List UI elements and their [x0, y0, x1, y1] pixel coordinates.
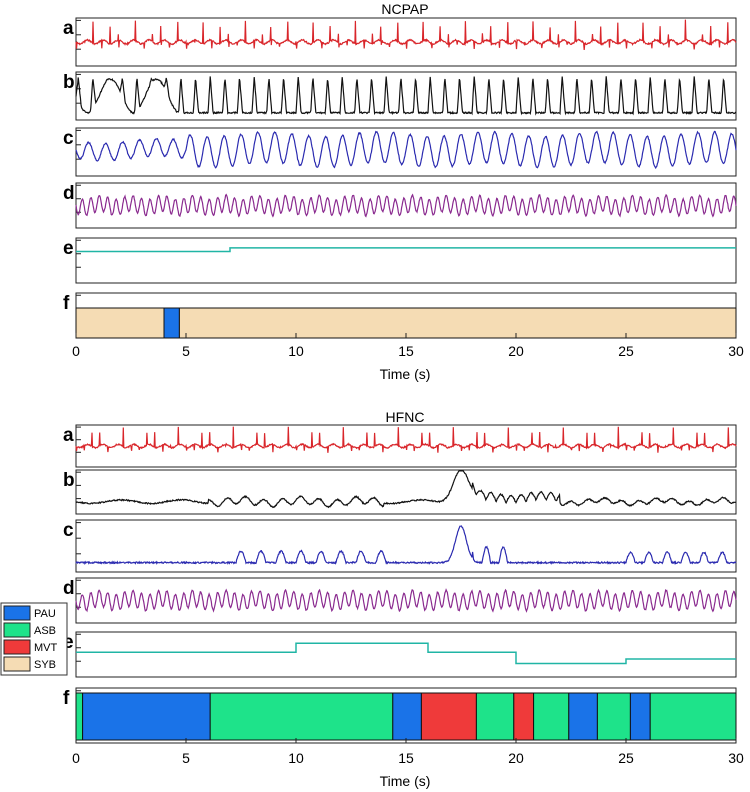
panel-label-b: b	[63, 470, 75, 491]
panel-frame	[75, 631, 737, 678]
x-tick-label: 15	[398, 343, 414, 359]
series-line-d	[75, 588, 737, 613]
figure: NCPAP a b c d e f 0 5 10 15 20 25 30 Time (s) HFNC a…	[0, 1, 744, 789]
state-segment-asb	[596, 692, 631, 741]
state-segment-asb	[75, 692, 84, 741]
series-line-c	[75, 130, 737, 170]
panel-frame	[75, 469, 737, 515]
x-tick-label: 15	[398, 750, 414, 766]
legend: PAU ASB MVT SYB	[0, 602, 68, 676]
panel-label-f: f	[63, 293, 70, 314]
chart-2-xlabel: Time (s)	[380, 773, 431, 789]
x-tick-label: 25	[618, 343, 634, 359]
panel-label-e: e	[63, 238, 74, 259]
x-tick-label: 25	[618, 750, 634, 766]
state-segment-pau	[568, 692, 598, 741]
state-segment-pau	[392, 692, 422, 741]
legend-swatch-pau	[3, 605, 31, 621]
state-segment-pau	[163, 307, 180, 339]
state-segment-mvt	[513, 692, 535, 741]
state-segment-pau	[629, 692, 651, 741]
legend-label-pau: PAU	[34, 608, 56, 620]
state-segment-syb	[178, 307, 737, 339]
x-tick-label: 10	[288, 343, 304, 359]
state-segment-asb	[649, 692, 737, 741]
chart-1-title: NCPAP	[381, 1, 428, 17]
legend-label-asb: ASB	[34, 625, 56, 637]
legend-swatch-mvt	[3, 639, 31, 655]
legend-label-mvt: MVT	[34, 642, 58, 654]
panel-label-a: a	[63, 18, 74, 39]
state-segment-syb	[75, 307, 165, 339]
series-line-e	[76, 642, 736, 665]
chart-1-xlabel: Time (s)	[380, 366, 431, 382]
x-tick-label: 30	[728, 343, 744, 359]
chart-2-title: HFNC	[386, 409, 425, 425]
x-tick-label: 0	[72, 343, 80, 359]
x-tick-label: 5	[182, 750, 190, 766]
x-tick-label: 20	[508, 750, 524, 766]
series-line-c	[75, 525, 737, 566]
series-line-a	[75, 19, 737, 50]
panel-label-d: d	[63, 578, 75, 599]
panel-frame	[75, 237, 737, 284]
x-tick-label: 0	[72, 750, 80, 766]
panel-label-c: c	[63, 520, 74, 541]
state-segment-asb	[209, 692, 394, 741]
x-tick-label: 20	[508, 343, 524, 359]
x-tick-label: 30	[728, 750, 744, 766]
state-segment-mvt	[420, 692, 477, 741]
panel-label-d: d	[63, 183, 75, 204]
panel-frame	[75, 519, 737, 573]
series-line-d	[75, 193, 737, 218]
legend-swatch-asb	[3, 622, 31, 638]
x-tick-label: 5	[182, 343, 190, 359]
x-tick-label: 10	[288, 750, 304, 766]
panel-label-a: a	[63, 425, 74, 446]
panel-label-f: f	[63, 688, 70, 709]
series-line-e	[76, 247, 736, 253]
series-line-b	[75, 470, 737, 509]
panel-label-c: c	[63, 128, 74, 149]
state-segment-pau	[82, 692, 211, 741]
state-segment-asb	[475, 692, 515, 741]
legend-swatch-syb	[3, 656, 31, 672]
state-segment-asb	[533, 692, 570, 741]
legend-label-syb: SYB	[34, 659, 56, 671]
series-line-b	[75, 76, 737, 116]
series-line-a	[75, 426, 737, 453]
panel-label-b: b	[63, 72, 75, 93]
